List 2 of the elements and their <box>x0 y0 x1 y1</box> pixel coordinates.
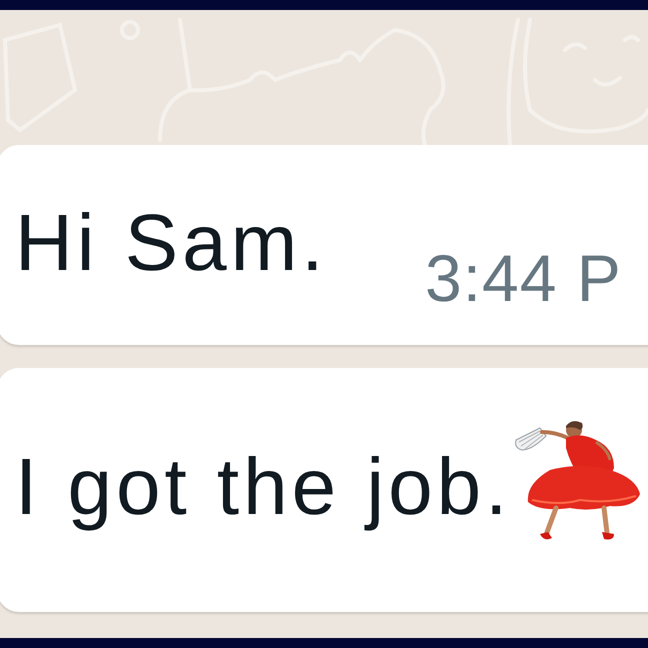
message-time: 3:44 P <box>425 245 622 311</box>
message-text: Hi Sam. <box>15 203 328 283</box>
